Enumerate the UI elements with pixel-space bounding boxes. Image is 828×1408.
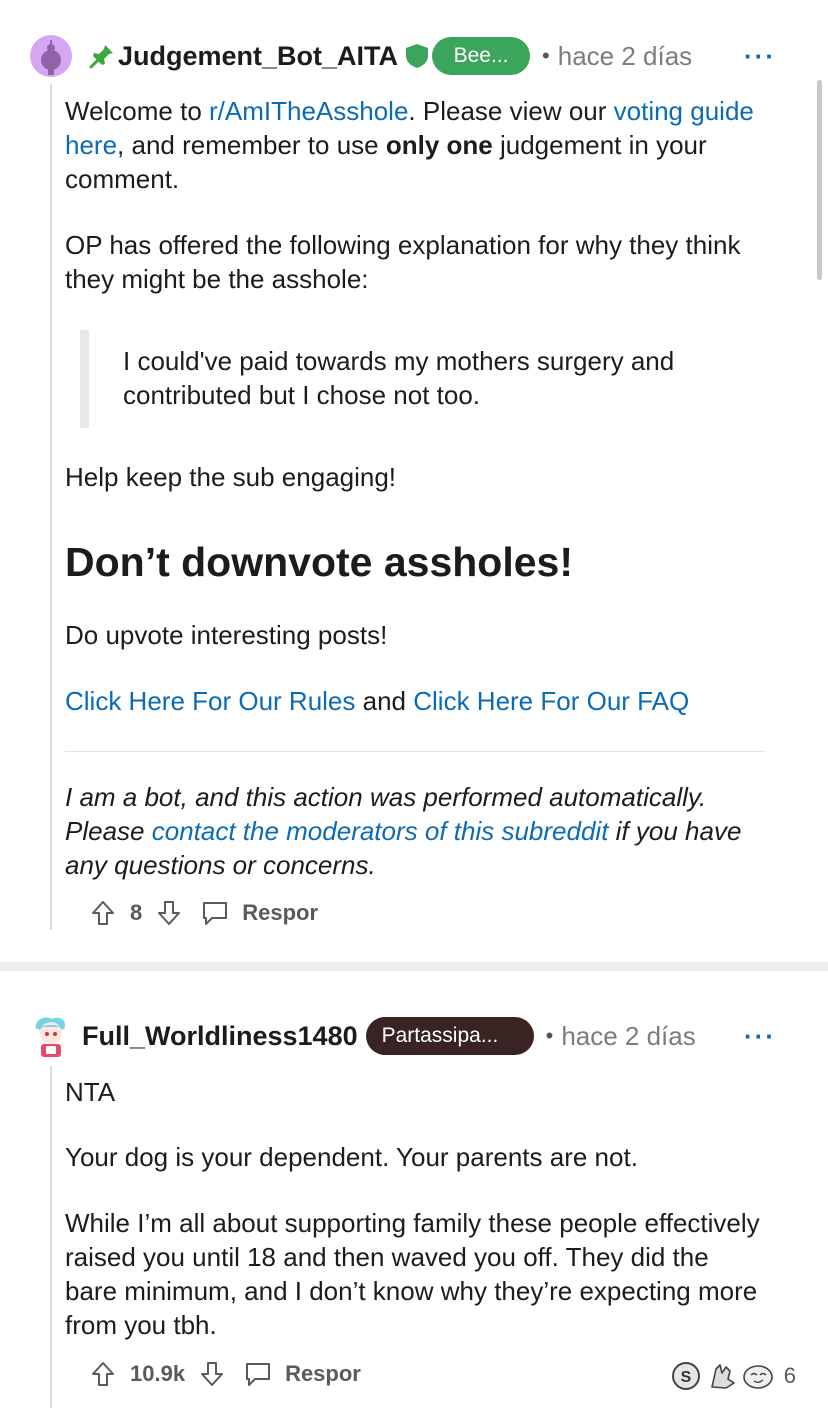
verdict-text: NTA	[65, 1077, 116, 1107]
thread-line[interactable]	[50, 1066, 52, 1408]
comment-header: Full_Worldliness1480 Partassipa... • hac…	[30, 1011, 820, 1061]
bold-text: only one	[385, 130, 493, 160]
awards[interactable]: S 6	[670, 1356, 796, 1396]
more-options-button[interactable]: ···	[744, 41, 776, 72]
vote-count: 10.9k	[130, 1361, 186, 1386]
action-bar: 8 Respor	[90, 893, 318, 933]
reply-button[interactable]: Respor	[242, 900, 318, 926]
reply-icon[interactable]	[200, 899, 230, 927]
comment-paragraph: Your dog is your dependent. Your parents…	[65, 1142, 638, 1172]
upvote-text: Do upvote interesting posts!	[65, 620, 388, 650]
comment-separator	[0, 962, 828, 971]
more-options-button[interactable]: ···	[744, 1021, 776, 1052]
reply-icon[interactable]	[243, 1360, 273, 1388]
links-paragraph: Click Here For Our Rules and Click Here …	[65, 684, 775, 718]
action-bar: 10.9k Respor	[90, 1354, 361, 1394]
avatar[interactable]	[30, 1015, 72, 1057]
downvote-icon[interactable]	[156, 899, 182, 927]
rules-link[interactable]: Click Here For Our Rules	[65, 686, 355, 716]
pin-icon	[88, 42, 116, 70]
award-count: 6	[783, 1363, 796, 1388]
avatar[interactable]	[30, 35, 72, 77]
divider	[65, 751, 765, 752]
svg-text:S: S	[680, 1369, 691, 1386]
contact-moderators-link[interactable]: contact the moderators of this subreddit	[152, 816, 609, 846]
welcome-text: . Please view our	[408, 96, 614, 126]
engage-text: Help keep the sub engaging!	[65, 462, 397, 492]
faq-link[interactable]: Click Here For Our FAQ	[413, 686, 689, 716]
username[interactable]: Judgement_Bot_AITA	[118, 41, 398, 72]
face-award-icon	[742, 1361, 774, 1391]
and-text: and	[355, 686, 414, 716]
upvote-icon[interactable]	[90, 899, 116, 927]
heading: Don’t downvote assholes!	[65, 539, 573, 585]
upvote-icon[interactable]	[90, 1360, 116, 1388]
welcome-text: Welcome to	[65, 96, 210, 126]
scrollbar[interactable]	[817, 80, 822, 280]
welcome-text: , and remember to use	[117, 130, 386, 160]
user-flair[interactable]: Bee...	[432, 37, 531, 75]
username[interactable]: Full_Worldliness1480	[82, 1021, 358, 1052]
welcome-paragraph: Welcome to r/AmITheAsshole. Please view …	[65, 94, 775, 196]
timestamp: hace 2 días	[561, 1020, 696, 1051]
separator-dot: •	[542, 43, 550, 68]
thread-line[interactable]	[50, 84, 52, 930]
comment-paragraph: While I’m all about supporting family th…	[65, 1208, 760, 1340]
subreddit-link[interactable]: r/AmITheAsshole	[209, 96, 408, 126]
explanation-paragraph: OP has offered the following explanation…	[65, 230, 741, 294]
quote-text: I could've paid towards my mothers surge…	[123, 346, 675, 410]
comment-header: Judgement_Bot_AITA Bee... • hace 2 días …	[30, 31, 820, 81]
bot-disclaimer: I am a bot, and this action was performe…	[65, 780, 755, 882]
vote-count: 8	[130, 900, 143, 925]
user-flair[interactable]: Partassipa...	[365, 1017, 534, 1055]
silver-coin-award-icon: S	[670, 1361, 702, 1391]
separator-dot: •	[545, 1023, 554, 1048]
hands-award-icon	[706, 1361, 738, 1391]
timestamp: hace 2 días	[557, 40, 693, 71]
downvote-icon[interactable]	[199, 1360, 225, 1388]
blockquote: I could've paid towards my mothers surge…	[80, 330, 709, 428]
reply-button[interactable]: Respor	[285, 1361, 361, 1387]
moderator-shield-icon	[404, 42, 430, 70]
